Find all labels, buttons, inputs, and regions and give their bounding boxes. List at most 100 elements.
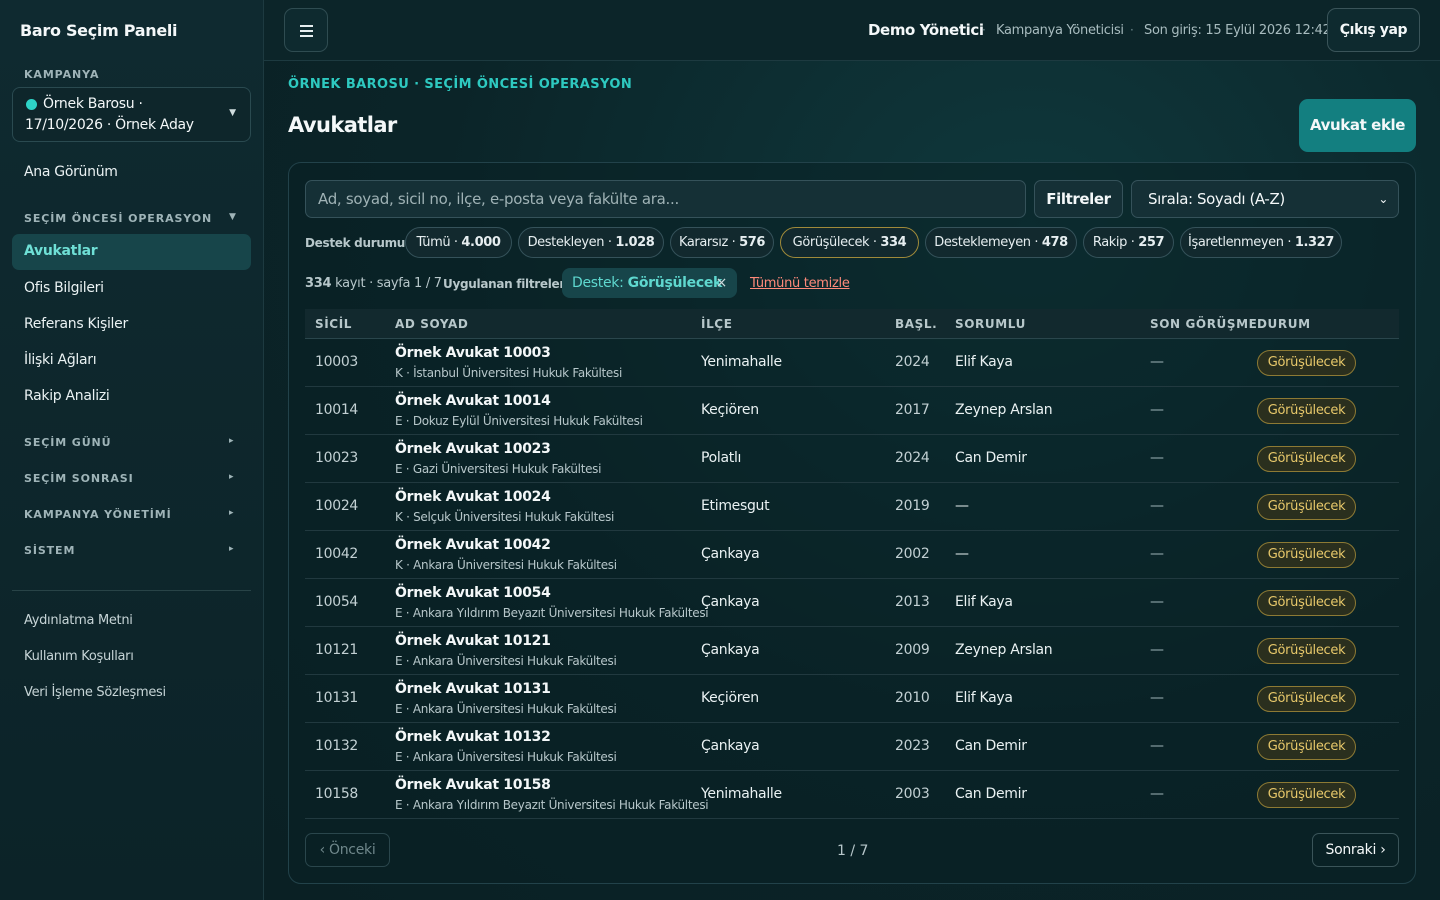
table-row[interactable]: 10024 Örnek Avukat 10024 K · Selçuk Üniver… <box>305 483 1399 531</box>
cell-name[interactable]: Örnek Avukat 10132 <box>395 729 551 745</box>
cell-name[interactable]: Örnek Avukat 10023 <box>395 441 551 457</box>
cell-name[interactable]: Örnek Avukat 10158 <box>395 777 551 793</box>
cell-name[interactable]: Örnek Avukat 10121 <box>395 633 551 649</box>
footer-link-terms[interactable]: Kullanım Koşulları <box>24 649 134 664</box>
next-page-button[interactable]: Sonraki › <box>1312 833 1399 867</box>
table-row[interactable]: 10131 Örnek Avukat 10131 E · Ankara Üniver… <box>305 675 1399 723</box>
cell-gender-faculty: E · Ankara Üniversitesi Hukuk Fakültesi <box>395 750 617 764</box>
status-badge: Görüşülecek <box>1257 638 1356 664</box>
close-icon[interactable]: × <box>716 268 728 298</box>
status-chip-label: Tümü <box>416 235 451 250</box>
column-header-district[interactable]: İLÇE <box>701 317 733 331</box>
main-content: ÖRNEK BAROSU · SEÇİM ÖNCESİ OPERASYON Av… <box>264 61 1440 900</box>
cell-name[interactable]: Örnek Avukat 10054 <box>395 585 551 601</box>
footer-link-dpa[interactable]: Veri İşleme Sözleşmesi <box>24 685 166 700</box>
column-header-start-year[interactable]: BAŞL. <box>895 317 937 331</box>
status-chip[interactable]: İşaretlenmeyen · 1.327 <box>1180 227 1342 258</box>
sidebar: Baro Seçim Paneli KAMPANYA Örnek Barosu … <box>0 0 264 900</box>
filters-button[interactable]: Filtreler <box>1034 180 1123 218</box>
table-row[interactable]: 10042 Örnek Avukat 10042 K · Ankara Üniver… <box>305 531 1399 579</box>
status-chip[interactable]: Rakip · 257 <box>1083 227 1174 258</box>
status-chip-separator: · <box>450 235 462 250</box>
sort-select[interactable]: Sırala: Soyadı (A-Z) ⌄ <box>1131 180 1399 218</box>
nav-item-referans-kisiler[interactable]: Referans Kişiler <box>24 316 128 332</box>
cell-last-meeting: — <box>1150 642 1164 658</box>
nav-home[interactable]: Ana Görünüm <box>24 164 118 180</box>
table-row[interactable]: 10158 Örnek Avukat 10158 E · Ankara Yıldır… <box>305 771 1399 819</box>
cell-responsible: Can Demir <box>955 786 1027 802</box>
section-pre-election[interactable]: SEÇİM ÖNCESİ OPERASYON ▼ <box>24 212 236 225</box>
column-header-last-meeting[interactable]: SON GÖRÜŞME <box>1150 317 1257 331</box>
cell-district: Yenimahalle <box>701 354 782 370</box>
status-chip-label: Kararsız <box>678 235 728 250</box>
nav-item-ofis-bilgileri[interactable]: Ofis Bilgileri <box>24 280 104 296</box>
section-post-election[interactable]: SEÇİM SONRASI ▸ <box>24 472 233 485</box>
cell-start-year: 2013 <box>895 594 930 610</box>
cell-gender-faculty: E · Dokuz Eylül Üniversitesi Hukuk Fakül… <box>395 414 643 428</box>
table-row[interactable]: 10023 Örnek Avukat 10023 E · Gazi Üniversi… <box>305 435 1399 483</box>
status-chip[interactable]: Destekleyen · 1.028 <box>518 227 664 258</box>
table-row[interactable]: 10054 Örnek Avukat 10054 E · Ankara Yıldır… <box>305 579 1399 627</box>
cell-start-year: 2024 <box>895 354 930 370</box>
section-campaign-management[interactable]: KAMPANYA YÖNETİMİ ▸ <box>24 508 233 521</box>
column-header-status[interactable]: DURUM <box>1257 317 1311 331</box>
status-badge: Görüşülecek <box>1257 398 1356 424</box>
status-chip[interactable]: Tümü · 4.000 <box>405 227 512 258</box>
table-row[interactable]: 10132 Örnek Avukat 10132 E · Ankara Üniver… <box>305 723 1399 771</box>
section-election-day[interactable]: SEÇİM GÜNÜ ▸ <box>24 436 233 449</box>
status-chip-label: Rakip <box>1092 235 1128 250</box>
section-system[interactable]: SİSTEM ▸ <box>24 544 233 557</box>
cell-sicil: 10024 <box>315 498 359 514</box>
nav-item-rakip-analizi[interactable]: Rakip Analizi <box>24 388 110 404</box>
status-badge: Görüşülecek <box>1257 734 1356 760</box>
cell-name[interactable]: Örnek Avukat 10024 <box>395 489 551 505</box>
cell-name[interactable]: Örnek Avukat 10131 <box>395 681 551 697</box>
nav-item-avukatlar[interactable]: Avukatlar <box>12 234 251 270</box>
cell-gender-faculty: K · Selçuk Üniversitesi Hukuk Fakültesi <box>395 510 615 524</box>
cell-name[interactable]: Örnek Avukat 10014 <box>395 393 551 409</box>
cell-start-year: 2024 <box>895 450 930 466</box>
footer-link-privacy[interactable]: Aydınlatma Metni <box>24 613 133 628</box>
cell-sicil: 10014 <box>315 402 359 418</box>
status-badge: Görüşülecek <box>1257 590 1356 616</box>
cell-district: Çankaya <box>701 546 760 562</box>
status-badge: Görüşülecek <box>1257 446 1356 472</box>
cell-sicil: 10003 <box>315 354 359 370</box>
table-row[interactable]: 10014 Örnek Avukat 10014 E · Dokuz Eylül Ü… <box>305 387 1399 435</box>
add-lawyer-button[interactable]: Avukat ekle <box>1299 99 1416 152</box>
cell-district: Keçiören <box>701 402 759 418</box>
cell-gender-faculty: E · Gazi Üniversitesi Hukuk Fakültesi <box>395 462 602 476</box>
logout-button[interactable]: Çıkış yap <box>1327 8 1420 52</box>
cell-name[interactable]: Örnek Avukat 10003 <box>395 345 551 361</box>
nav-item-label: Avukatlar <box>24 243 98 259</box>
status-badge: Görüşülecek <box>1257 782 1356 808</box>
cell-start-year: 2002 <box>895 546 930 562</box>
status-chip[interactable]: Görüşülecek · 334 <box>780 227 919 258</box>
cell-name[interactable]: Örnek Avukat 10042 <box>395 537 551 553</box>
campaign-selector[interactable]: Örnek Barosu · 17/10/2026 · Örnek Aday ▼ <box>12 87 251 142</box>
sidebar-divider <box>12 590 251 591</box>
table-row[interactable]: 10003 Örnek Avukat 10003 K · İstanbul Üniv… <box>305 339 1399 387</box>
previous-page-button[interactable]: ‹ Önceki <box>305 833 390 867</box>
column-header-responsible[interactable]: SORUMLU <box>955 317 1026 331</box>
clear-all-filters-link[interactable]: Tümünü temizle <box>750 276 850 291</box>
record-count-rest: kayıt · sayfa 1 / 7 <box>331 276 442 291</box>
column-header-sicil[interactable]: SİCİL <box>315 317 352 331</box>
search-input[interactable] <box>305 180 1026 218</box>
nav-item-iliski-aglari[interactable]: İlişki Ağları <box>24 352 97 368</box>
menu-toggle-button[interactable] <box>284 8 328 52</box>
status-chip[interactable]: Desteklemeyen · 478 <box>925 227 1077 258</box>
column-header-name[interactable]: AD SOYAD <box>395 317 468 331</box>
status-chip[interactable]: Kararsız · 576 <box>670 227 774 258</box>
status-chip-count: 4.000 <box>461 235 501 250</box>
lawyers-panel: Filtreler Sırala: Soyadı (A-Z) ⌄ Destek … <box>288 162 1416 884</box>
user-name: Demo Yönetici <box>868 21 984 39</box>
chevron-down-icon: ▼ <box>229 212 237 222</box>
cell-gender-faculty: E · Ankara Yıldırım Beyazıt Üniversitesi… <box>395 798 709 812</box>
status-chip-count: 478 <box>1041 235 1068 250</box>
table-row[interactable]: 10121 Örnek Avukat 10121 E · Ankara Üniver… <box>305 627 1399 675</box>
hamburger-icon <box>300 25 313 27</box>
sort-select-value: Sırala: Soyadı (A-Z) <box>1148 190 1285 208</box>
status-chip-label: İşaretlenmeyen <box>1188 235 1284 250</box>
applied-filter-chip[interactable]: Destek: Görüşülecek × <box>562 268 737 298</box>
